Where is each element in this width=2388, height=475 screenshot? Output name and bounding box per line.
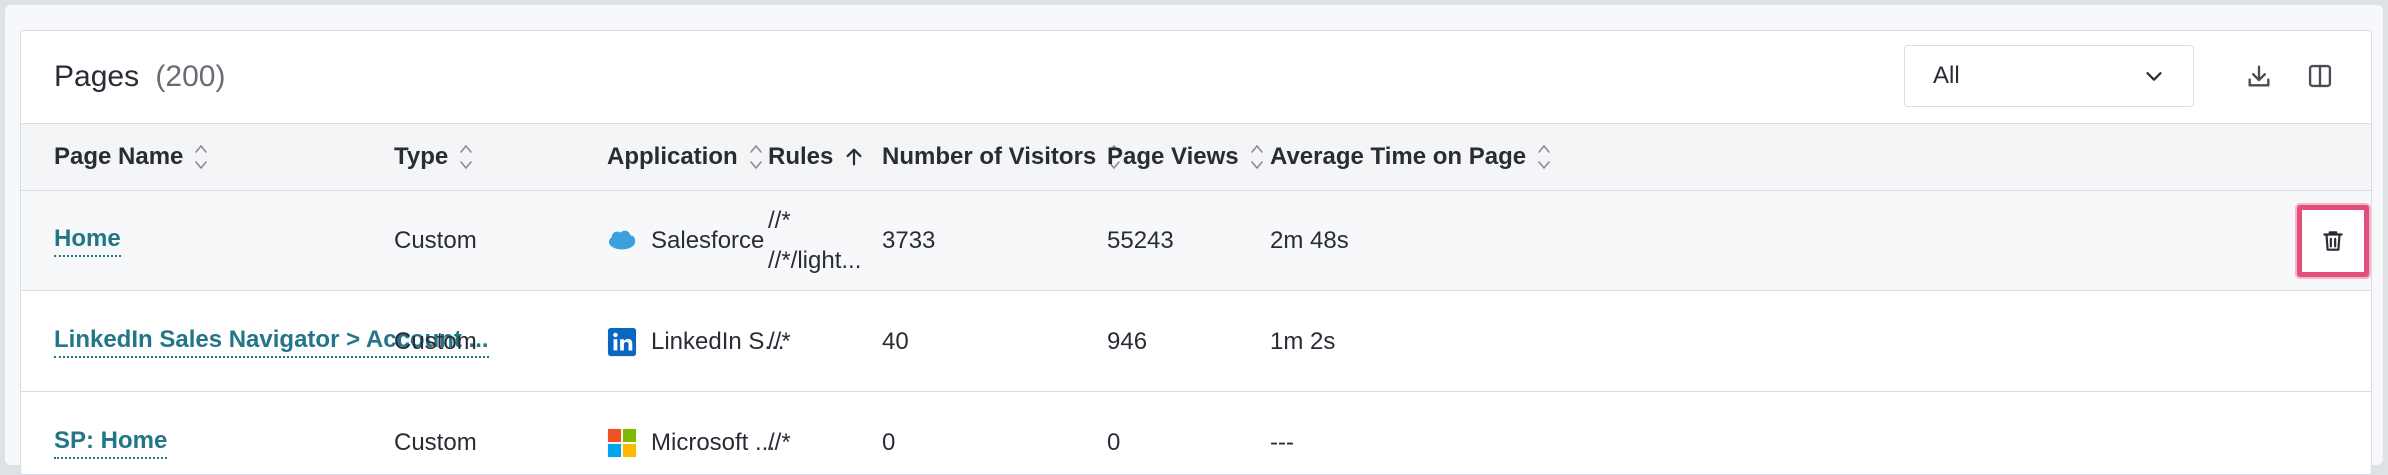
rule-text: //*/light... xyxy=(768,247,862,274)
sort-icon xyxy=(195,145,208,169)
page-title: Pages (200) xyxy=(54,57,225,97)
page-count: (200) xyxy=(155,60,226,93)
column-header-page-name[interactable]: Page Name xyxy=(54,124,209,190)
avg-time-cell: --- xyxy=(1270,429,1294,456)
column-header-avg-time[interactable]: Average Time on Page xyxy=(1270,124,1552,190)
visitors-cell: 3733 xyxy=(882,227,936,254)
application-name: Salesforce xyxy=(651,227,765,254)
column-header-type[interactable]: Type xyxy=(394,124,474,190)
arrow-up-icon xyxy=(846,148,862,166)
columns-toggle-button[interactable] xyxy=(2297,53,2343,99)
salesforce-cloud-icon xyxy=(608,230,636,250)
table-row[interactable]: LinkedIn Sales Navigator > Account ... C… xyxy=(21,292,2371,392)
avg-time-cell: 2m 48s xyxy=(1270,227,1349,254)
rules-cell: //* xyxy=(768,393,791,474)
column-header-rules[interactable]: Rules xyxy=(768,124,865,190)
rule-text: //* xyxy=(768,429,791,456)
application-cell: Microsoft ... xyxy=(607,393,776,474)
linkedin-icon xyxy=(607,327,637,357)
column-header-page-views[interactable]: Page Views xyxy=(1107,124,1265,190)
trash-icon xyxy=(2323,231,2343,251)
application-cell: Salesforce xyxy=(607,191,764,291)
page-views-cell: 946 xyxy=(1107,328,1148,355)
visitors-cell: 40 xyxy=(882,328,909,355)
chevron-down-icon xyxy=(2146,72,2162,81)
column-header-application[interactable]: Application xyxy=(607,124,764,190)
rule-text: //* xyxy=(768,207,791,234)
microsoft-icon xyxy=(607,428,637,458)
application-name: Microsoft ... xyxy=(651,429,776,456)
page-name-link[interactable]: SP: Home xyxy=(54,427,168,459)
sort-icon xyxy=(1538,145,1550,169)
type-cell: Custom xyxy=(394,429,477,456)
table-row[interactable]: Home Custom Salesforce //* //*/light... … xyxy=(21,191,2371,291)
title-text: Pages xyxy=(54,60,140,93)
columns-icon xyxy=(2308,64,2332,88)
application-name: LinkedIn S... xyxy=(651,328,785,355)
card-header: Pages (200) All xyxy=(21,31,2371,123)
rules-cell: //* xyxy=(768,292,791,392)
type-cell: Custom xyxy=(394,328,477,355)
pages-table-card: Pages (200) All Page Name Type Applicati… xyxy=(20,30,2372,475)
sort-icon xyxy=(1250,145,1263,169)
page-name-link[interactable]: Home xyxy=(54,225,121,257)
filter-select[interactable]: All xyxy=(1904,45,2194,107)
filter-select-value: All xyxy=(1933,62,1960,89)
download-icon xyxy=(2248,65,2270,87)
avg-time-cell: 1m 2s xyxy=(1270,328,1336,355)
sort-icon xyxy=(749,145,762,169)
app-frame: Pages (200) All Page Name Type Applicati… xyxy=(5,5,2383,475)
sort-icon xyxy=(460,145,473,169)
page-views-cell: 55243 xyxy=(1107,227,1174,254)
type-cell: Custom xyxy=(394,227,477,254)
delete-button[interactable] xyxy=(2297,205,2369,277)
download-button[interactable] xyxy=(2236,53,2282,99)
visitors-cell: 0 xyxy=(882,429,896,456)
application-cell: LinkedIn S... xyxy=(607,292,784,392)
rule-text: //* xyxy=(768,328,791,355)
rules-cell: //* //*/light... xyxy=(768,191,861,291)
page-views-cell: 0 xyxy=(1107,429,1121,456)
column-header-visitors[interactable]: Number of Visitors xyxy=(882,124,1122,190)
table-header: Page Name Type Application Rules Number … xyxy=(21,123,2371,191)
table-row[interactable]: SP: Home Custom Microsoft ... //* 0 0 --… xyxy=(21,393,2371,474)
